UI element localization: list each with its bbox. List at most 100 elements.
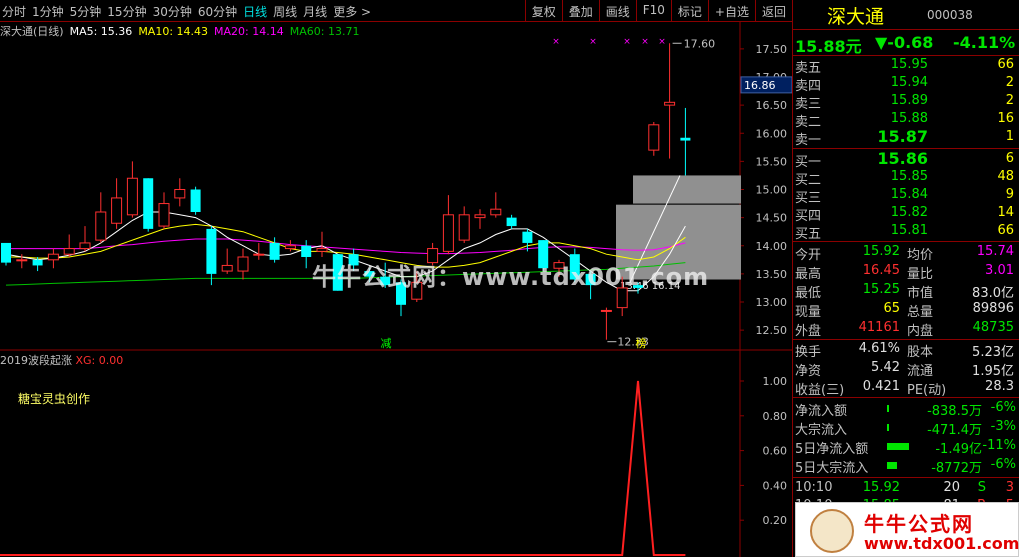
toolbar-buttons: 复权 叠加 画线 F10 标记 +自选 返回 xyxy=(524,0,792,22)
quote-panel: 深大通 000038 15.88元 ▼-0.68 -4.11% 卖五 15.95 6… xyxy=(792,0,1019,557)
candle-body-up xyxy=(158,203,170,227)
stock-name: 深大通 xyxy=(827,6,885,28)
bid-row[interactable]: 买五 15.81 66 xyxy=(793,223,1019,242)
candle-body-down xyxy=(522,231,533,243)
bid-row[interactable]: 买三 15.84 9 xyxy=(793,187,1019,206)
f10-button[interactable]: F10 xyxy=(635,0,671,22)
bid-row[interactable]: 买四 15.82 14 xyxy=(793,205,1019,224)
tab-1min[interactable]: 1分钟 xyxy=(32,5,64,19)
tab-more[interactable]: 更多 > xyxy=(333,5,371,19)
ask-volume: 2 xyxy=(1005,93,1014,108)
tick-flag: S xyxy=(977,480,986,495)
bid-volume: 14 xyxy=(997,205,1014,220)
bid-price: 15.85 xyxy=(890,169,928,184)
flow-pct: -11% xyxy=(982,438,1016,453)
ranking-marker: 榜 xyxy=(636,336,647,350)
overlay-button[interactable]: 叠加 xyxy=(561,0,599,22)
candle-body-up xyxy=(490,208,502,216)
price-axis-label: 16.00 xyxy=(756,127,788,140)
tab-60min[interactable]: 60分钟 xyxy=(198,5,237,19)
tick-row: 10:10 15.92 20 S 3 xyxy=(793,480,1019,497)
tick-volume: 20 xyxy=(943,480,960,495)
tab-weekly[interactable]: 周线 xyxy=(273,5,297,19)
candle-body-up xyxy=(442,214,454,252)
bid-label: 买五 xyxy=(795,227,822,242)
candle-body-up xyxy=(474,214,486,219)
stat-label-2: 内盘 xyxy=(907,324,934,339)
flow-value: -1.49亿 xyxy=(935,442,982,457)
stat-row: 外盘 41161 内盘 48735 xyxy=(793,320,1019,339)
candle-body-down xyxy=(680,137,691,141)
ask-volume: 2 xyxy=(1005,75,1014,90)
bid-row[interactable]: 买一 15.86 6 xyxy=(793,149,1019,170)
stat-value: 15.25 xyxy=(862,282,900,297)
bid-row[interactable]: 买二 15.85 48 xyxy=(793,169,1019,188)
ask-row[interactable]: 卖一 15.87 1 xyxy=(793,127,1019,148)
flow-row: 净流入额 -838.5万 -6% xyxy=(793,400,1019,419)
stat2-label: 收益(三) xyxy=(795,383,845,398)
stat-label: 最高 xyxy=(795,267,822,282)
candle-body-down xyxy=(190,189,201,212)
stat-value: 41161 xyxy=(858,320,900,335)
watermark: 牛牛公式网：www.tdx001.com xyxy=(312,263,710,291)
tick-price: 15.92 xyxy=(862,480,900,495)
fuquan-button[interactable]: 复权 xyxy=(524,0,562,22)
ask-price: 15.95 xyxy=(890,57,928,72)
tab-monthly[interactable]: 月线 xyxy=(303,5,327,19)
tab-5min[interactable]: 5分钟 xyxy=(70,5,102,19)
candle-body-up xyxy=(458,214,470,241)
add-watchlist-button[interactable]: +自选 xyxy=(707,0,755,22)
price-axis-label: 16.50 xyxy=(756,99,788,112)
flow-label: 5日净流入额 xyxy=(795,442,869,457)
current-price-tag-label: 16.86 xyxy=(744,79,776,92)
ask-row[interactable]: 卖五 15.95 66 xyxy=(793,57,1019,76)
ask-label: 卖三 xyxy=(795,97,822,112)
stock-code: 000038 xyxy=(927,8,973,22)
bid-volume: 6 xyxy=(1005,151,1014,166)
signal-marker: × xyxy=(658,37,666,47)
stat-label-2: 量比 xyxy=(907,267,934,282)
ask-label: 卖一 xyxy=(795,133,822,148)
indicator-name: 2019波段起涨 xyxy=(0,354,72,367)
price-axis-label: 14.50 xyxy=(756,212,788,225)
flow-row: 5日净流入额 -1.49亿 -11% xyxy=(793,438,1019,457)
flow-pct: -3% xyxy=(990,419,1016,434)
stat2-value: 0.421 xyxy=(862,379,900,394)
signal-marker: × xyxy=(641,37,649,47)
stat-label: 今开 xyxy=(795,248,822,263)
ask-row[interactable]: 卖三 15.89 2 xyxy=(793,93,1019,112)
tab-daily[interactable]: 日线 xyxy=(243,5,267,19)
bid-price: 15.81 xyxy=(890,223,928,238)
price-axis-label: 15.00 xyxy=(756,184,788,197)
stat-label-2: 市值 xyxy=(907,286,934,301)
signal-marker: × xyxy=(589,37,597,47)
tab-fenshi[interactable]: 分时 xyxy=(2,5,26,19)
tab-15min[interactable]: 15分钟 xyxy=(107,5,146,19)
stat-label: 外盘 xyxy=(795,324,822,339)
candle-body-up xyxy=(221,264,233,272)
indicator-axis-label: 0.60 xyxy=(763,445,788,458)
period-tabs: 分时 1分钟 5分钟 15分钟 30分钟 60分钟 日线 周线 月线 更多 > xyxy=(2,3,377,20)
stat2-label-2: 流通 xyxy=(907,364,934,379)
flow-bar xyxy=(887,462,897,469)
top-toolbar: 分时 1分钟 5分钟 15分钟 30分钟 60分钟 日线 周线 月线 更多 > 复权 叠加 画线 … xyxy=(0,0,792,22)
stat2-label: 净资 xyxy=(795,364,822,379)
draw-line-button[interactable]: 画线 xyxy=(598,0,636,22)
ma10-label: MA10: 14.43 xyxy=(138,25,209,38)
cow-logo-icon xyxy=(810,509,854,553)
back-button[interactable]: 返回 xyxy=(754,0,792,22)
bid-volume: 9 xyxy=(1005,187,1014,202)
ask-row[interactable]: 卖二 15.88 16 xyxy=(793,111,1019,130)
flow-label: 5日大宗流入 xyxy=(795,461,869,476)
indicator-series: XG: 0.00 xyxy=(75,354,124,367)
price-axis-label: 13.00 xyxy=(756,296,788,309)
zone-box-upper xyxy=(633,175,741,204)
stat-label-2: 均价 xyxy=(907,248,934,263)
stat-value: 15.92 xyxy=(862,244,900,259)
candle-body-down xyxy=(206,228,217,274)
bid-label: 买二 xyxy=(795,173,822,188)
stat-row: 今开 15.92 均价 15.74 xyxy=(793,244,1019,263)
ask-row[interactable]: 卖四 15.94 2 xyxy=(793,75,1019,94)
mark-button[interactable]: 标记 xyxy=(670,0,708,22)
tab-30min[interactable]: 30分钟 xyxy=(153,5,192,19)
